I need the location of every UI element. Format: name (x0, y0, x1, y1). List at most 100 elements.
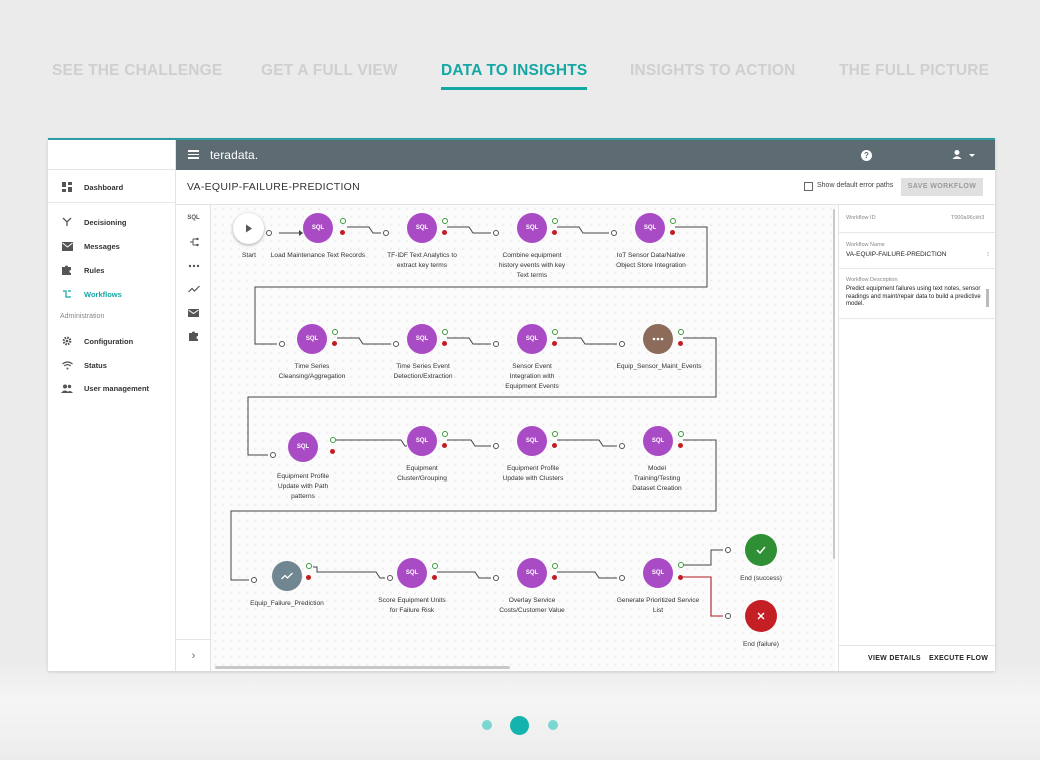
end-failure-node[interactable] (745, 600, 777, 632)
success-port[interactable] (552, 431, 558, 437)
success-port[interactable] (552, 218, 558, 224)
prop-workflow-name[interactable]: Workflow Name VA-EQUIP-FAILURE-PREDICTIO… (839, 233, 995, 269)
failure-port[interactable] (552, 341, 557, 346)
success-port[interactable] (442, 218, 448, 224)
input-port[interactable] (383, 230, 389, 236)
workflow-canvas[interactable]: Start SQL Load Maintenance Text Records … (211, 205, 835, 671)
failure-port[interactable] (552, 230, 557, 235)
input-port[interactable] (493, 230, 499, 236)
sql-node[interactable]: SQL (643, 426, 673, 456)
palette-mail-icon[interactable] (176, 306, 211, 320)
workflow-description-field[interactable]: Predict equipment failures using text no… (846, 286, 984, 309)
canvas-vertical-scrollbar[interactable] (833, 209, 835, 559)
palette-branch-icon[interactable] (176, 235, 211, 249)
view-details-button[interactable]: VIEW DETAILS (868, 655, 921, 662)
show-error-paths-checkbox[interactable] (804, 182, 813, 191)
execute-flow-button[interactable]: EXECUTE FLOW (929, 655, 988, 662)
tab-get-a-full-view[interactable]: GET A FULL VIEW (261, 62, 398, 80)
sidebar-item-user-management[interactable]: User management (48, 378, 175, 398)
palette-sql[interactable]: SQL (176, 211, 211, 225)
tab-insights-to-action[interactable]: INSIGHTS TO ACTION (630, 62, 796, 80)
sql-node[interactable]: SQL (517, 558, 547, 588)
input-port[interactable] (493, 575, 499, 581)
sidebar-item-decisioning[interactable]: Decisioning (48, 212, 175, 232)
sidebar-item-workflows[interactable]: Workflows (48, 284, 175, 304)
sidebar-item-status[interactable]: Status (48, 355, 175, 375)
user-menu-button[interactable] (951, 148, 981, 162)
input-port[interactable] (493, 341, 499, 347)
failure-port[interactable] (340, 230, 345, 235)
success-port[interactable] (332, 329, 338, 335)
edit-handle-icon[interactable]: ⁝ (987, 251, 989, 258)
tab-the-full-picture[interactable]: THE FULL PICTURE (839, 62, 989, 80)
failure-port[interactable] (332, 341, 337, 346)
tab-see-the-challenge[interactable]: SEE THE CHALLENGE (52, 62, 222, 80)
success-port[interactable] (678, 562, 684, 568)
success-port[interactable] (442, 329, 448, 335)
prop-workflow-description[interactable]: Workflow Description Predict equipment f… (839, 269, 995, 319)
failure-port[interactable] (670, 230, 675, 235)
sql-node[interactable]: SQL (517, 426, 547, 456)
input-port[interactable] (387, 575, 393, 581)
expand-palette-chevron-icon[interactable]: › (176, 639, 211, 671)
end-success-node[interactable] (745, 534, 777, 566)
success-port[interactable] (552, 563, 558, 569)
sql-node[interactable]: SQL (635, 213, 665, 243)
failure-port[interactable] (442, 443, 447, 448)
menu-icon[interactable] (188, 150, 199, 159)
input-port[interactable] (266, 230, 272, 236)
input-port[interactable] (611, 230, 617, 236)
input-port[interactable] (393, 341, 399, 347)
model-node[interactable] (272, 561, 302, 591)
canvas-horizontal-scrollbar[interactable] (215, 666, 510, 669)
success-port[interactable] (330, 437, 336, 443)
description-scrollbar[interactable] (986, 289, 989, 307)
failure-port[interactable] (552, 575, 557, 580)
sidebar-item-messages[interactable]: Messages (48, 236, 175, 256)
input-port[interactable] (725, 613, 731, 619)
success-port[interactable] (678, 329, 684, 335)
palette-puzzle-icon[interactable] (176, 329, 211, 343)
failure-port[interactable] (330, 449, 335, 454)
pager-dot-1[interactable] (482, 720, 492, 730)
failure-port[interactable] (552, 443, 557, 448)
sql-node[interactable]: SQL (407, 213, 437, 243)
input-port[interactable] (619, 575, 625, 581)
failure-port[interactable] (442, 230, 447, 235)
success-port[interactable] (678, 431, 684, 437)
palette-more-icon[interactable] (176, 259, 211, 273)
sql-node[interactable]: SQL (517, 213, 547, 243)
sql-node[interactable]: SQL (643, 558, 673, 588)
input-port[interactable] (493, 443, 499, 449)
sql-node[interactable]: SQL (397, 558, 427, 588)
sidebar-item-dashboard[interactable]: Dashboard (48, 177, 175, 197)
failure-port[interactable] (678, 443, 683, 448)
help-icon[interactable]: ? (861, 150, 872, 161)
sidebar-item-configuration[interactable]: Configuration (48, 331, 175, 351)
pager-dot-3[interactable] (548, 720, 558, 730)
sql-node[interactable]: SQL (517, 324, 547, 354)
start-node[interactable] (233, 213, 264, 244)
sql-node[interactable]: SQL (288, 432, 318, 462)
input-port[interactable] (619, 443, 625, 449)
save-workflow-button[interactable]: SAVE WORKFLOW (901, 178, 983, 196)
input-port[interactable] (251, 577, 257, 583)
sql-node[interactable]: SQL (407, 426, 437, 456)
success-port[interactable] (306, 563, 312, 569)
input-port[interactable] (725, 547, 731, 553)
pager-dot-2-active[interactable] (510, 716, 529, 735)
palette-trend-icon[interactable] (176, 282, 211, 296)
success-port[interactable] (442, 431, 448, 437)
sql-node[interactable]: SQL (297, 324, 327, 354)
failure-port[interactable] (432, 575, 437, 580)
success-port[interactable] (552, 329, 558, 335)
input-port[interactable] (279, 341, 285, 347)
failure-port[interactable] (306, 575, 311, 580)
success-port[interactable] (340, 218, 346, 224)
failure-port[interactable] (442, 341, 447, 346)
sql-node[interactable]: SQL (407, 324, 437, 354)
sidebar-item-rules[interactable]: Rules (48, 260, 175, 280)
failure-port[interactable] (678, 575, 683, 580)
success-port[interactable] (432, 563, 438, 569)
success-port[interactable] (670, 218, 676, 224)
